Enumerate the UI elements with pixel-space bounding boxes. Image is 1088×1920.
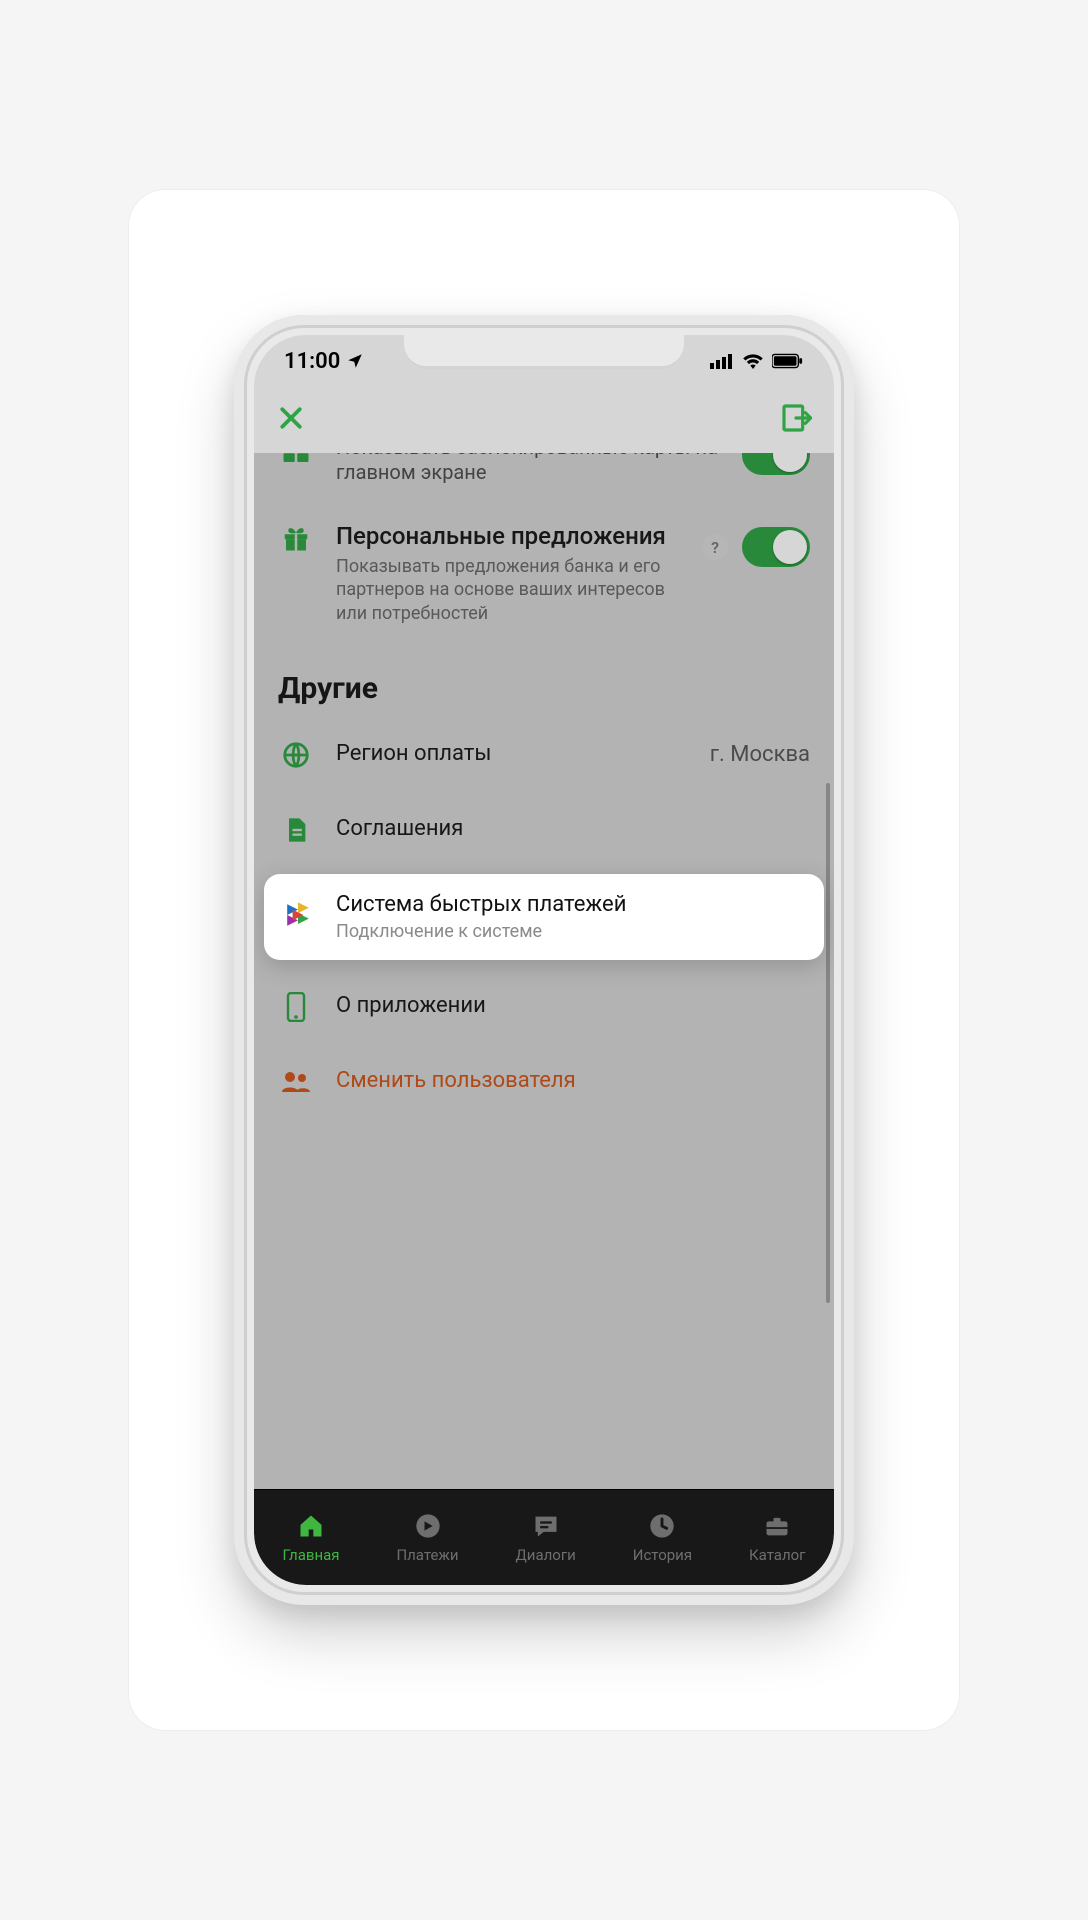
document-icon <box>278 816 314 844</box>
phone-icon <box>278 992 314 1022</box>
agreements-label: Соглашения <box>336 815 810 843</box>
toggle-blocked-cards[interactable] <box>742 453 810 475</box>
briefcase-icon <box>762 1512 792 1540</box>
region-value: г. Москва <box>710 742 810 767</box>
location-arrow-icon <box>346 352 364 370</box>
content-scroll[interactable]: Показывать заблокированные карты на глав… <box>254 453 834 1489</box>
arrow-circle-icon <box>413 1512 443 1540</box>
tab-catalog-label: Каталог <box>749 1546 805 1564</box>
logout-icon[interactable] <box>780 402 812 438</box>
chat-icon <box>531 1512 561 1540</box>
users-icon <box>278 1068 314 1096</box>
setting-personal-offers: Персональные предложения Показывать пред… <box>254 503 834 643</box>
row-sbp[interactable]: Система быстрых платежей Подключение к с… <box>264 874 824 960</box>
region-label: Регион оплаты <box>336 740 688 768</box>
row-about-app[interactable]: О приложении <box>254 968 834 1044</box>
notch <box>404 335 684 369</box>
personal-offers-title: Персональные предложения <box>336 521 680 551</box>
about-label: О приложении <box>336 992 810 1020</box>
scrollbar[interactable] <box>826 783 830 1303</box>
section-other-title: Другие <box>254 643 834 716</box>
cards-icon <box>278 453 314 467</box>
row-switch-user[interactable]: Сменить пользователя <box>254 1044 834 1118</box>
tab-payments[interactable]: Платежи <box>396 1512 458 1564</box>
setting-blocked-cards: Показывать заблокированные карты на глав… <box>254 453 834 503</box>
row-agreements[interactable]: Соглашения <box>254 792 834 866</box>
sbp-logo-icon <box>280 897 316 937</box>
close-icon[interactable] <box>276 403 306 437</box>
tab-home-label: Главная <box>282 1546 339 1564</box>
help-icon[interactable]: ? <box>702 534 728 560</box>
tab-history-label: История <box>633 1546 692 1564</box>
setting-blocked-cards-label: Показывать заблокированные карты на глав… <box>336 453 720 485</box>
tab-dialogs-label: Диалоги <box>516 1546 576 1564</box>
home-icon <box>296 1512 326 1540</box>
tab-catalog[interactable]: Каталог <box>749 1512 805 1564</box>
tab-bar: Главная Платежи Диалоги История Каталог <box>254 1489 834 1585</box>
wifi-icon <box>742 353 764 369</box>
row-payment-region[interactable]: Регион оплаты г. Москва <box>254 716 834 792</box>
clock-icon <box>647 1512 677 1540</box>
app-header <box>254 387 834 453</box>
sbp-title: Система быстрых платежей <box>336 892 626 917</box>
switch-user-label: Сменить пользователя <box>336 1067 810 1095</box>
cellular-signal-icon <box>710 353 734 369</box>
status-time: 11:00 <box>284 349 340 374</box>
globe-icon <box>278 740 314 770</box>
toggle-personal-offers[interactable] <box>742 527 810 567</box>
gift-icon <box>278 523 314 553</box>
phone-frame: 11:00 <box>234 315 854 1605</box>
tab-home[interactable]: Главная <box>282 1512 339 1564</box>
personal-offers-desc: Показывать предложения банка и его партн… <box>336 555 680 625</box>
tab-payments-label: Платежи <box>396 1546 458 1564</box>
sbp-subtitle: Подключение к системе <box>336 921 626 942</box>
tab-dialogs[interactable]: Диалоги <box>516 1512 576 1564</box>
battery-icon <box>772 353 804 369</box>
tab-history[interactable]: История <box>633 1512 692 1564</box>
